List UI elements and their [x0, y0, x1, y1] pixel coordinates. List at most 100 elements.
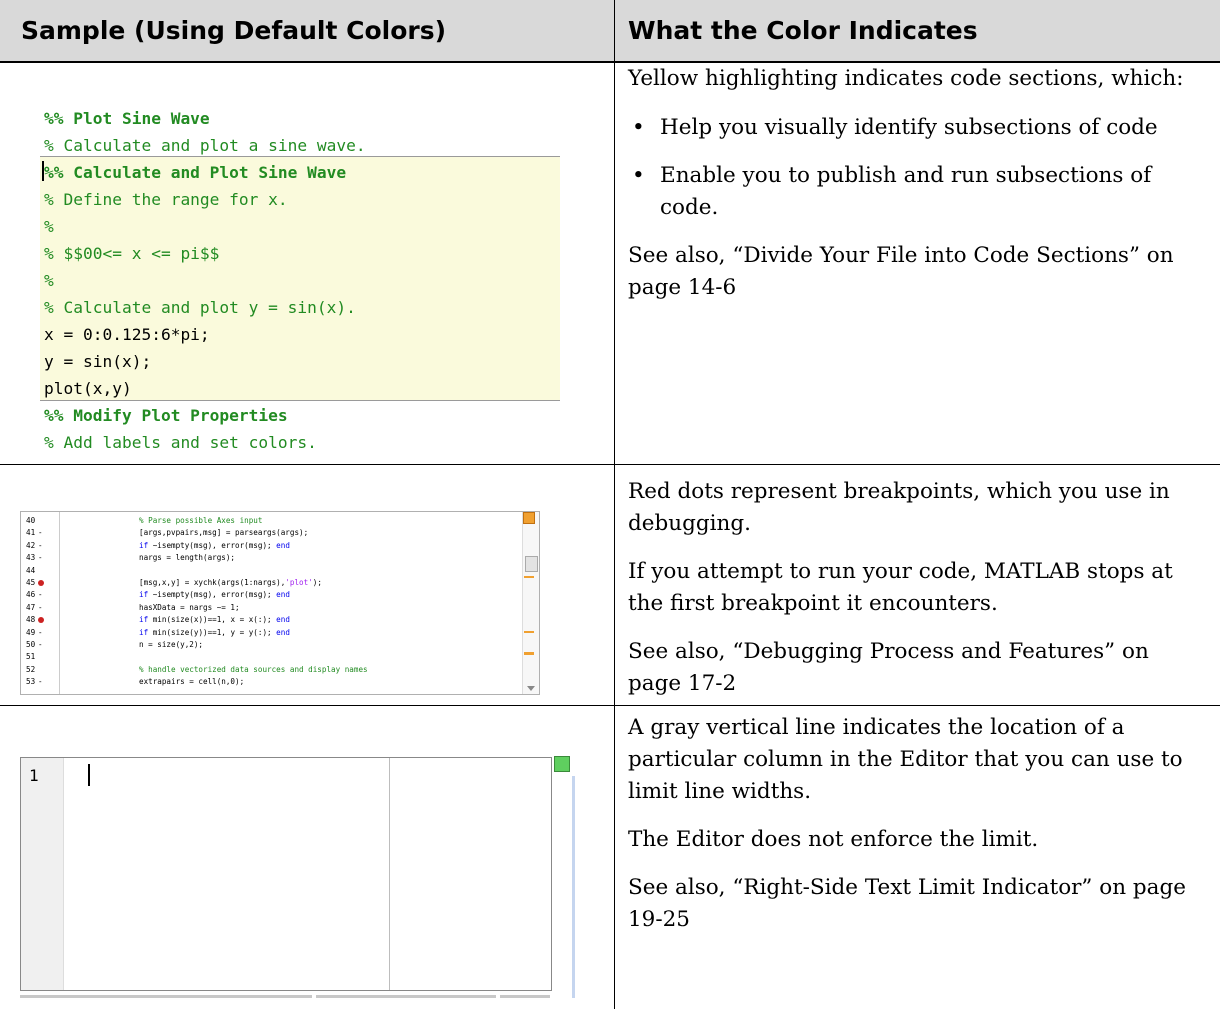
editor-bottom-tabs — [20, 995, 312, 998]
line-code: if ~isempty(msg), error(msg); end — [139, 540, 290, 550]
editor-line: 49- if min(size(y))==1, y = y(:); end — [21, 628, 521, 638]
editor-line: 53- extrapairs = cell(n,0); — [21, 677, 521, 687]
line-number: 42 — [26, 540, 36, 550]
line-number: 44 — [26, 565, 36, 575]
code-line: % Define the range for x. — [44, 190, 288, 209]
executable-line-marker[interactable]: - — [38, 603, 43, 613]
code-line: x = 0:0.125:6*pi; — [44, 325, 210, 344]
warning-marker — [524, 652, 534, 655]
line-code: % Parse possible Axes input — [139, 516, 263, 525]
code-line: % — [44, 217, 54, 236]
line-code: if ~isempty(msg), error(msg); end — [139, 590, 290, 600]
line-number: 46 — [26, 590, 36, 600]
editor-line: 41- [args,pvpairs,msg] = parseargs(args); — [21, 528, 521, 538]
editor-line: 45 [msg,x,y] = xychk(args(1:nargs),'plot'… — [21, 578, 521, 588]
line-number: 53 — [26, 677, 36, 687]
editor-line: 42- if ~isempty(msg), error(msg); end — [21, 541, 521, 551]
line-number: 40 — [26, 516, 36, 525]
header-col2-label: What the Color Indicates — [628, 16, 978, 45]
line-number: 47 — [26, 602, 36, 612]
line-number-gutter: 1 — [21, 758, 64, 990]
line-code: [msg,x,y] = xychk(args(1:nargs),'plot'); — [139, 578, 322, 587]
code-line: %% Plot Sine Wave — [44, 109, 210, 128]
line-number: 1 — [29, 766, 39, 785]
header-col1-label: Sample (Using Default Colors) — [21, 16, 446, 45]
editor-right-edge — [572, 776, 575, 998]
editor-line: 52 % handle vectorized data sources and d… — [21, 665, 521, 675]
code-line: %% Calculate and Plot Sine Wave — [44, 163, 347, 182]
bullet-icon: • — [632, 163, 645, 188]
row2-paragraph-2: If you attempt to run your code, MATLAB … — [628, 559, 1173, 616]
header-col1: Sample (Using Default Colors) — [0, 0, 614, 61]
line-code: extrapairs = cell(n,0); — [139, 677, 245, 687]
editor-line: 43- nargs = length(args); — [21, 553, 521, 563]
editor-bottom-tabs — [316, 995, 496, 998]
text-limit-line — [389, 758, 390, 990]
editor-line: 51 — [21, 652, 521, 662]
color-table: Sample (Using Default Colors) What the C… — [0, 0, 1220, 1009]
message-bar — [521, 512, 537, 693]
bullet-item: • Help you visually identify subsections … — [628, 112, 1198, 144]
status-indicator — [554, 756, 570, 772]
breakpoints-editor-sample: 40% Parse possible Axes input 41- [args,pv… — [20, 511, 540, 695]
row2-paragraph-1: Red dots represent breakpoints, which yo… — [628, 479, 1170, 536]
code-line: % Calculate and plot a sine wave. — [44, 136, 366, 155]
line-code: if min(size(y))==1, y = y(:); end — [139, 627, 290, 637]
line-code: nargs = length(args); — [139, 553, 236, 563]
row3-see-also: See also, “Right-Side Text Limit Indicat… — [628, 875, 1186, 932]
row1-see-also: See also, “Divide Your File into Code Se… — [628, 243, 1174, 300]
row3-description: A gray vertical line indicates the locat… — [628, 712, 1198, 936]
editor-line: 47- hasXData = nargs ~= 1; — [21, 603, 521, 613]
line-number: 52 — [26, 664, 36, 674]
line-code: n = size(y,2); — [139, 640, 204, 649]
line-code: [args,pvpairs,msg] = parseargs(args); — [139, 528, 309, 538]
code-line: y = sin(x); — [44, 352, 152, 371]
editor-bottom-tabs — [500, 995, 550, 998]
line-number: 41 — [26, 528, 36, 538]
warning-marker — [524, 576, 534, 578]
row2-description: Red dots represent breakpoints, which yo… — [628, 476, 1198, 700]
editor-line: 50- n = size(y,2); — [21, 640, 521, 650]
row3-paragraph-2: The Editor does not enforce the limit. — [628, 827, 1039, 852]
line-number: 50 — [26, 640, 36, 649]
breakpoint-icon[interactable] — [38, 580, 44, 586]
text-limit-editor-sample: 1 — [20, 757, 552, 991]
bullet-icon: • — [632, 115, 645, 140]
line-number: 43 — [26, 553, 36, 563]
executable-line-marker[interactable]: - — [38, 528, 43, 538]
line-number: 49 — [26, 627, 36, 637]
warning-marker — [524, 631, 534, 633]
status-square — [523, 512, 535, 524]
line-number: 51 — [26, 652, 36, 662]
code-line: % $$00<= x <= pi$$ — [44, 244, 220, 263]
line-code: if min(size(x))==1, x = x(:); end — [139, 615, 290, 625]
code-line: %% Modify Plot Properties — [44, 406, 288, 425]
editor-line: 44 — [21, 566, 521, 576]
row1-paragraph: Yellow highlighting indicates code secti… — [628, 66, 1184, 91]
column-divider — [614, 0, 615, 1009]
editor-line: 40 % Parse possible Axes input — [21, 516, 521, 526]
row1-description: Yellow highlighting indicates code secti… — [628, 63, 1198, 304]
executable-line-marker[interactable]: - — [38, 640, 43, 650]
editor-line: 48 if min(size(x))==1, x = x(:); end — [21, 615, 521, 625]
line-code: hasXData = nargs ~= 1; — [139, 602, 240, 612]
row3-paragraph-1: A gray vertical line indicates the locat… — [628, 715, 1183, 804]
editor-line: 46- if ~isempty(msg), error(msg); end — [21, 590, 521, 600]
header-col2: What the Color Indicates — [615, 0, 1220, 61]
code-line: % — [44, 271, 54, 290]
line-code: % handle vectorized data sources and dis… — [139, 664, 368, 674]
executable-line-marker[interactable]: - — [38, 677, 43, 687]
text-cursor — [88, 764, 90, 786]
code-sections-sample: %% Plot Sine Wave % Calculate and plot a … — [20, 103, 560, 455]
bullet-text: Help you visually identify subsections o… — [660, 115, 1158, 140]
bullet-text: Enable you to publish and run subsection… — [660, 163, 1152, 220]
code-line: plot(x,y) — [44, 379, 132, 398]
executable-line-marker[interactable]: - — [38, 628, 43, 638]
row1-bullet-list: • Help you visually identify subsections … — [628, 112, 1198, 224]
executable-line-marker[interactable]: - — [38, 553, 43, 563]
bullet-item: • Enable you to publish and run subsectio… — [628, 160, 1198, 224]
row-divider-2 — [0, 705, 1220, 706]
executable-line-marker[interactable]: - — [38, 590, 43, 600]
row-divider-1 — [0, 464, 1220, 465]
executable-line-marker[interactable]: - — [38, 541, 43, 551]
